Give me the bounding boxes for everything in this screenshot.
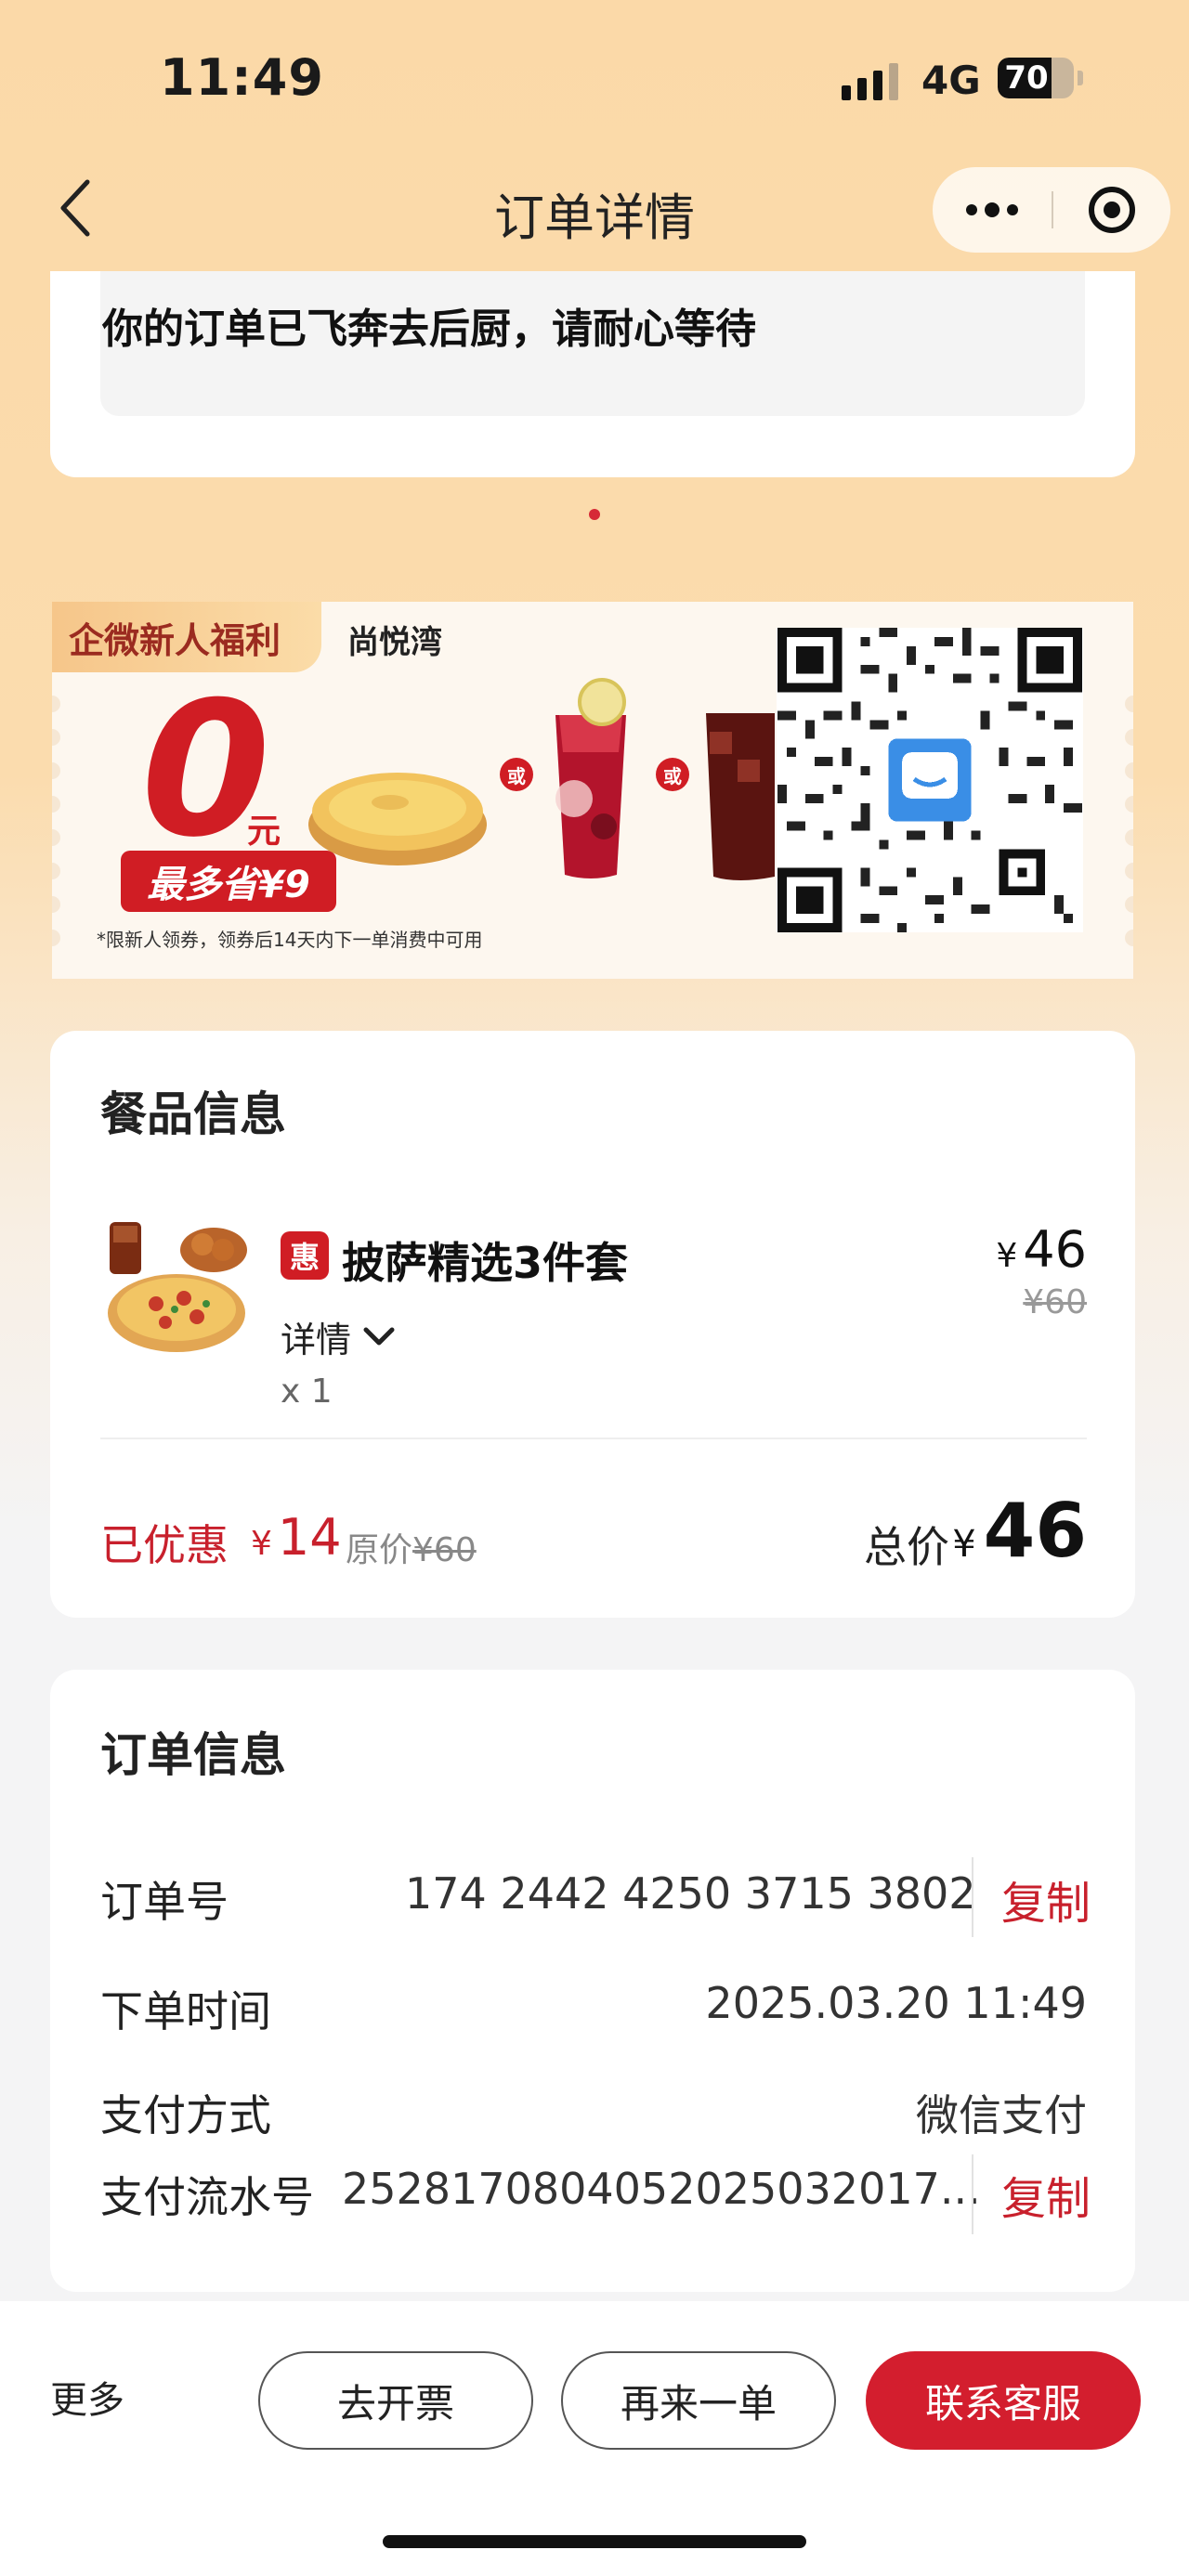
order-number-value: 174 2442 4250 3715 3802 xyxy=(405,1868,976,1919)
or-badge-2: 或 xyxy=(656,758,689,791)
copy-divider-2 xyxy=(972,2154,973,2234)
battery-level: 70 xyxy=(1004,59,1049,97)
original-total-label: 原价 xyxy=(346,1531,413,1569)
home-indicator[interactable] xyxy=(383,2535,806,2548)
promo-banner[interactable]: 企微新人福利 尚悦湾 0 元 最多省¥9 *限新人领券，领券后14天内下一单消费… xyxy=(52,602,1133,979)
battery-icon: 70 xyxy=(998,58,1074,98)
battery-tip xyxy=(1078,71,1083,85)
original-total: 原价¥60 xyxy=(346,1523,477,1571)
promo-note: *限新人领券，领券后14天内下一单消费中可用 xyxy=(97,929,483,951)
signal-icon xyxy=(842,63,898,100)
promo-yuan: 元 xyxy=(247,813,281,851)
items-card: 餐品信息 惠 披萨精选3件套 详情 x 1 ¥46 ¥60 已优惠 ¥14 原价… xyxy=(50,1031,1135,1618)
total-value: 46 xyxy=(983,1488,1087,1574)
discount-currency: ¥ xyxy=(251,1525,272,1563)
serial-value: 2528170804052025032017... xyxy=(342,2164,981,2214)
items-divider xyxy=(100,1438,1087,1439)
network-type: 4G xyxy=(921,58,981,103)
more-button[interactable] xyxy=(933,167,1052,253)
item-quantity: x 1 xyxy=(281,1373,333,1411)
ellipsis-icon xyxy=(966,204,977,215)
order-status-message: 你的订单已飞奔去后厨，请耐心等待 xyxy=(102,306,756,353)
pay-method-value: 微信支付 xyxy=(916,2090,1087,2140)
order-time-value: 2025.03.20 11:49 xyxy=(705,1978,1087,2028)
order-info-card: 订单信息 订单号 174 2442 4250 3715 3802 复制 下单时间… xyxy=(50,1670,1135,2292)
discount-amount: ¥14 xyxy=(251,1508,342,1567)
item-price: ¥46 xyxy=(996,1220,1087,1279)
discount-badge: 惠 xyxy=(281,1231,329,1280)
pizza-set-thumbnail xyxy=(108,1222,247,1352)
item-detail-label: 详情 xyxy=(281,1320,352,1360)
total-label: 总价 xyxy=(864,1522,949,1572)
discount-label: 已优惠 xyxy=(100,1520,229,1570)
close-mini-program-button[interactable] xyxy=(1053,167,1170,253)
egg-tart-image xyxy=(308,773,487,865)
promo-store-name: 尚悦湾 xyxy=(347,624,442,661)
item-price-currency: ¥ xyxy=(996,1237,1018,1275)
reorder-button[interactable]: 再来一单 xyxy=(561,2351,836,2450)
ellipsis-dot xyxy=(985,202,1000,217)
items-card-title: 餐品信息 xyxy=(100,1087,286,1141)
copy-divider xyxy=(972,1857,973,1937)
carousel-indicator xyxy=(589,509,600,520)
discount-value: 14 xyxy=(277,1508,342,1567)
chevron-down-icon xyxy=(363,1327,395,1345)
order-info-title: 订单信息 xyxy=(100,1728,286,1782)
item-name: 披萨精选3件套 xyxy=(342,1238,629,1288)
target-icon xyxy=(1089,187,1135,233)
copy-order-number-button[interactable]: 复制 xyxy=(1001,1867,1091,1932)
item-detail-toggle[interactable]: 详情 xyxy=(281,1311,396,1362)
contact-service-button[interactable]: 联系客服 xyxy=(866,2351,1141,2450)
status-time: 11:49 xyxy=(160,48,324,107)
ellipsis-dot xyxy=(1007,204,1018,215)
mini-program-capsule xyxy=(933,167,1170,253)
item-price-value: 46 xyxy=(1023,1220,1087,1279)
cola-image xyxy=(706,713,775,880)
invoice-button[interactable]: 去开票 xyxy=(258,2351,533,2450)
total-currency: ¥ xyxy=(952,1523,976,1566)
more-button-bottom[interactable]: 更多 xyxy=(50,2370,124,2424)
copy-serial-button[interactable]: 复制 xyxy=(1001,2162,1091,2227)
fruit-tea-image xyxy=(555,678,626,878)
target-dot xyxy=(1104,202,1120,218)
total-price: ¥46 xyxy=(952,1488,1087,1574)
qr-code[interactable] xyxy=(777,628,1083,932)
original-total-value: ¥60 xyxy=(412,1531,477,1569)
or-badge: 或 xyxy=(500,758,533,791)
item-original-price: ¥60 xyxy=(1023,1283,1087,1321)
